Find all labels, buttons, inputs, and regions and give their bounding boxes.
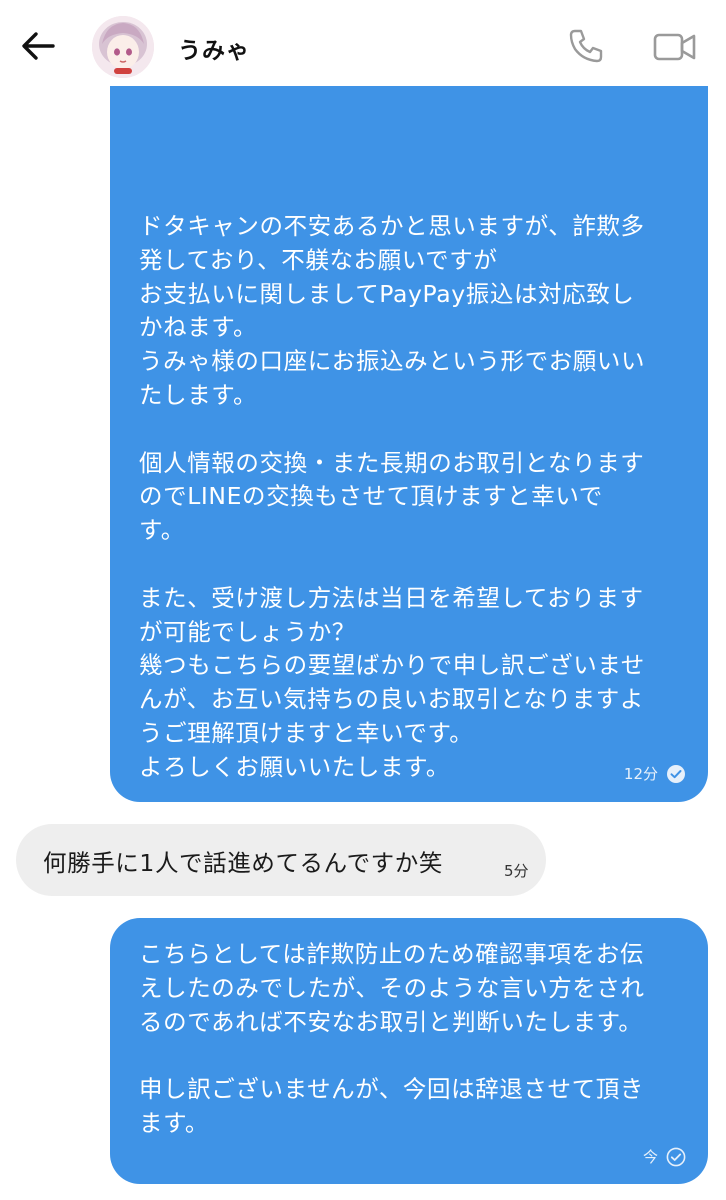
avatar[interactable] (92, 16, 154, 78)
back-button[interactable] (16, 26, 60, 66)
outgoing-message[interactable]: こちらとしては詐欺防止のため確認事項をお伝 えしたのみでしたが、そのような言い方… (110, 918, 708, 1184)
avatar-image (92, 16, 154, 78)
voice-call-button[interactable] (566, 26, 606, 66)
chat-header: うみゃ (0, 0, 726, 88)
sent-check-icon (666, 1147, 686, 1166)
phone-icon (569, 29, 603, 63)
message-meta: 12分 (624, 763, 686, 784)
video-call-button[interactable] (652, 28, 698, 66)
outgoing-message[interactable]: ドタキャンの不安あるかと思いますが、詐欺多 発しており、不躾なお願いですが お支… (110, 86, 708, 802)
message-time: 今 (642, 1148, 658, 1166)
message-meta: 今 (643, 1146, 686, 1167)
message-text: ドタキャンの不安あるかと思いますが、詐欺多 発しており、不躾なお願いですが お支… (139, 212, 646, 781)
message-time: 5分 (504, 862, 529, 880)
arrow-left-icon (22, 32, 55, 60)
message-text: こちらとしては詐欺防止のため確認事項をお伝 えしたのみでしたが、そのような言い方… (139, 940, 645, 1137)
contact-name[interactable]: うみゃ (178, 31, 250, 65)
video-camera-icon (653, 33, 696, 61)
read-check-icon (667, 764, 685, 783)
incoming-message[interactable]: 何勝手に1人で話進めてるんですか笑 5分 (16, 824, 546, 896)
message-time: 12分 (623, 765, 658, 783)
message-text: 何勝手に1人で話進めてるんですか笑 (43, 849, 443, 877)
